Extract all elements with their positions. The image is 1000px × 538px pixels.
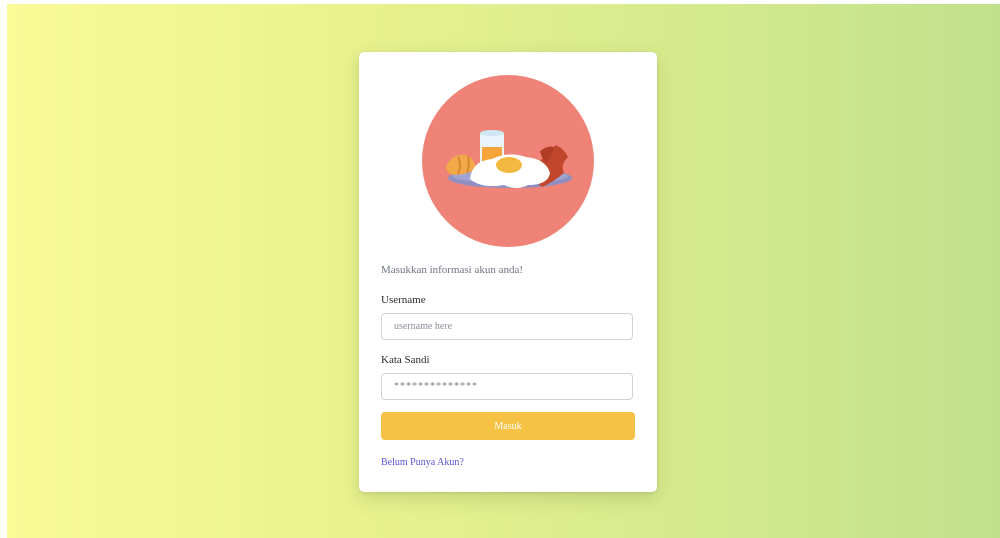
login-button[interactable]: Masuk	[381, 412, 635, 440]
intro-text: Masukkan informasi akun anda!	[381, 264, 524, 276]
password-input[interactable]	[381, 373, 633, 400]
register-link[interactable]: Belum Punya Akun?	[381, 457, 464, 468]
page-background: Masukkan informasi akun anda! Username K…	[7, 4, 1000, 538]
username-label: Username	[381, 294, 426, 306]
password-label: Kata Sandi	[381, 354, 430, 366]
breakfast-illustration	[422, 75, 594, 247]
username-input[interactable]	[381, 313, 633, 340]
login-card: Masukkan informasi akun anda! Username K…	[359, 52, 657, 492]
